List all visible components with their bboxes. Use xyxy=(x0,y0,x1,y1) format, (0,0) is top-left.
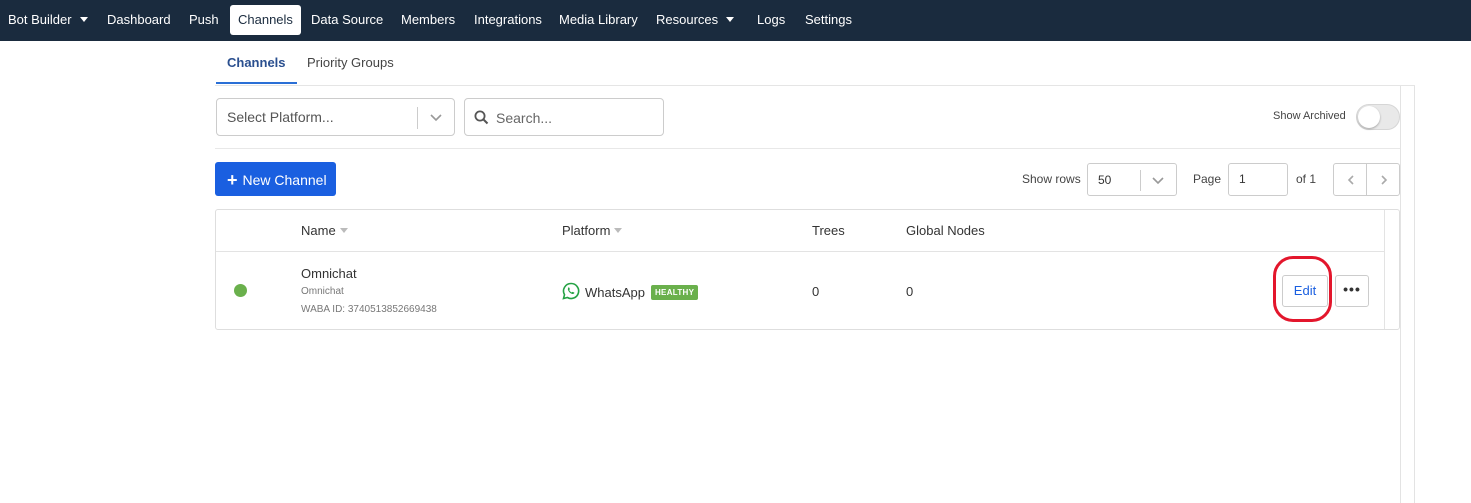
search-input[interactable] xyxy=(496,108,656,128)
page-count-label: of 1 xyxy=(1296,172,1317,186)
nav-label: Resources xyxy=(656,12,719,27)
whatsapp-icon xyxy=(562,282,580,303)
toggle-knob xyxy=(1358,106,1380,128)
nav-bot-builder[interactable]: Bot Builder xyxy=(0,5,96,35)
channel-subname: Omnichat xyxy=(301,286,344,297)
tab-channels[interactable]: Channels xyxy=(216,42,297,84)
search-icon xyxy=(474,110,489,130)
scrollbar-track[interactable] xyxy=(1414,86,1415,503)
trees-count: 0 xyxy=(812,284,820,299)
platform-name: WhatsApp xyxy=(585,284,645,300)
header-label: Name xyxy=(301,223,336,238)
channel-waba-id: WABA ID: 3740513852669438 xyxy=(301,304,437,315)
prev-page-button[interactable] xyxy=(1334,164,1367,195)
nav-dashboard[interactable]: Dashboard xyxy=(99,5,179,35)
column-header-name[interactable]: Name xyxy=(301,223,348,238)
platform-select-placeholder: Select Platform... xyxy=(227,109,334,125)
new-channel-button[interactable]: + New Channel xyxy=(215,162,336,196)
column-header-trees: Trees xyxy=(812,223,845,238)
caret-down-icon xyxy=(726,17,735,23)
platform-select[interactable]: Select Platform... xyxy=(216,98,455,136)
new-channel-label: New Channel xyxy=(242,172,327,188)
table-header-divider xyxy=(216,251,1384,252)
tab-divider xyxy=(215,85,1415,86)
page-label: Page xyxy=(1193,172,1222,186)
edit-button[interactable]: Edit xyxy=(1282,275,1328,307)
sort-icon xyxy=(614,228,623,234)
tab-priority-groups[interactable]: Priority Groups xyxy=(296,42,405,84)
chevron-down-icon[interactable] xyxy=(429,109,443,130)
chevron-down-icon[interactable] xyxy=(1151,173,1165,192)
nav-channels[interactable]: Channels xyxy=(230,5,301,35)
global-nodes-count: 0 xyxy=(906,284,914,299)
select-separator xyxy=(417,107,418,129)
channel-platform: WhatsApp HEALTHY xyxy=(562,282,699,304)
show-archived-toggle[interactable] xyxy=(1356,104,1400,130)
header-label: Platform xyxy=(562,223,611,238)
column-header-platform[interactable]: Platform xyxy=(562,223,623,238)
chevron-right-icon xyxy=(1380,174,1387,185)
health-badge: HEALTHY xyxy=(650,285,699,300)
nav-integrations[interactable]: Integrations xyxy=(466,5,550,35)
channels-table: Name Platform Trees Global Nodes Omnicha… xyxy=(215,209,1400,330)
top-nav: Bot Builder Dashboard Push Channels Data… xyxy=(0,0,1471,41)
content-border xyxy=(1400,86,1401,503)
chevron-left-icon xyxy=(1347,174,1354,185)
nav-media-library[interactable]: Media Library xyxy=(551,5,646,35)
pagination-controls xyxy=(1333,163,1400,196)
nav-logs[interactable]: Logs xyxy=(749,5,793,35)
show-rows-label: Show rows xyxy=(1022,172,1081,186)
search-field[interactable] xyxy=(464,98,664,136)
page-number-input[interactable]: 1 xyxy=(1228,163,1288,196)
filter-divider xyxy=(215,148,1400,149)
next-page-button[interactable] xyxy=(1367,164,1400,195)
nav-settings[interactable]: Settings xyxy=(797,5,860,35)
status-indicator xyxy=(234,284,247,297)
plus-icon: + xyxy=(227,170,238,190)
nav-resources[interactable]: Resources xyxy=(648,5,742,35)
column-header-global-nodes: Global Nodes xyxy=(906,223,985,238)
table-scroll-gutter xyxy=(1384,210,1385,329)
more-options-button[interactable]: ••• xyxy=(1335,275,1369,307)
show-archived-label: Show Archived xyxy=(1273,110,1346,122)
nav-push[interactable]: Push xyxy=(181,5,227,35)
nav-data-source[interactable]: Data Source xyxy=(303,5,391,35)
nav-members[interactable]: Members xyxy=(393,5,463,35)
caret-down-icon xyxy=(79,17,88,23)
rows-per-page-select[interactable]: 50 xyxy=(1087,163,1177,196)
select-separator xyxy=(1140,170,1141,191)
channel-name: Omnichat xyxy=(301,266,357,281)
sort-icon xyxy=(339,228,348,234)
rows-per-page-value: 50 xyxy=(1098,173,1112,187)
nav-label: Bot Builder xyxy=(8,12,72,27)
